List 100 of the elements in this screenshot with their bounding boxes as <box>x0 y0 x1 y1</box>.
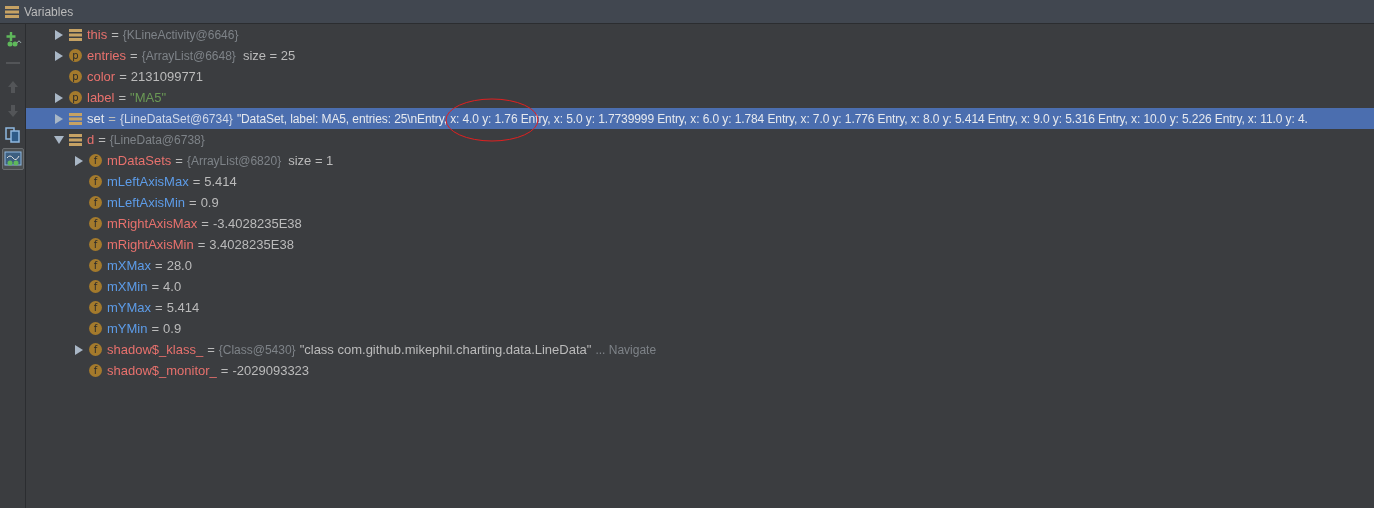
variable-value: 2131099771 <box>130 67 204 86</box>
collapsed-arrow-icon[interactable] <box>54 50 64 61</box>
variable-name: shadow$_klass_ <box>107 340 204 359</box>
variable-name: set <box>87 109 105 128</box>
variable-value: 0.9 <box>163 319 182 338</box>
variable-name: mXMax <box>107 256 152 275</box>
tree-row[interactable]: f mYMax = 5.414 <box>26 297 1374 318</box>
expanded-arrow-icon[interactable] <box>54 134 64 145</box>
object-type: {KLineActivity@6646} <box>122 26 239 44</box>
variable-name: this <box>87 25 108 44</box>
variable-name: mLeftAxisMax <box>107 172 189 191</box>
field-icon: f <box>89 301 102 314</box>
variable-name: entries <box>87 46 127 65</box>
equals-sign: = <box>108 109 116 128</box>
variable-name: mYMin <box>107 319 148 338</box>
watches-icon <box>3 150 22 168</box>
equals-sign: = <box>201 214 209 233</box>
equals-sign: = <box>197 235 206 254</box>
variable-name: mXMin <box>107 277 148 296</box>
variable-value: "MA5" <box>130 88 167 107</box>
local-variable-icon <box>69 28 82 41</box>
field-icon: f <box>89 175 102 188</box>
variable-name: mRightAxisMax <box>107 214 198 233</box>
equals-sign: = <box>151 277 160 296</box>
tree-row[interactable]: p color = 2131099771 <box>26 66 1374 87</box>
object-type: {ArrayList@6648} <box>141 47 236 65</box>
field-icon: f <box>89 280 102 293</box>
tree-row[interactable]: f mLeftAxisMax = 5.414 <box>26 171 1374 192</box>
tree-row[interactable]: f mXMax = 28.0 <box>26 255 1374 276</box>
tree-row[interactable]: f mRightAxisMin = 3.4028235E38 <box>26 234 1374 255</box>
equals-sign: = <box>98 130 106 149</box>
equals-sign: = <box>175 151 183 170</box>
field-icon: f <box>89 322 102 335</box>
object-type: {Class@5430} <box>218 341 296 359</box>
variable-value: "class com.github.mikephil.charting.data.LineData" <box>299 340 592 359</box>
equals-sign: = <box>155 256 163 275</box>
tree-row[interactable]: f mYMin = 0.9 <box>26 318 1374 339</box>
copy-icon <box>3 126 22 144</box>
tree-row[interactable]: this = {KLineActivity@6646} <box>26 24 1374 45</box>
variable-name: d <box>87 130 95 149</box>
variable-name: shadow$_monitor_ <box>107 361 217 380</box>
tree-row[interactable]: p label = "MA5" <box>26 87 1374 108</box>
field-icon: f <box>89 364 102 377</box>
parameter-icon: p <box>69 70 82 83</box>
equals-sign: = <box>151 319 160 338</box>
object-type: {LineData@6738} <box>109 131 205 149</box>
equals-sign: = <box>207 340 215 359</box>
variable-value: -3.4028235E38 <box>212 214 302 233</box>
field-icon: f <box>89 217 102 230</box>
variable-value: 28.0 <box>166 256 192 275</box>
parameter-icon: p <box>69 49 82 62</box>
tree-row[interactable]: p entries = {ArrayList@6648} size = 25 <box>26 45 1374 66</box>
variable-name: mYMax <box>107 298 152 317</box>
variable-name: mDataSets <box>107 151 172 170</box>
equals-sign: = <box>220 361 229 380</box>
size-label: size = 1 <box>288 151 334 170</box>
tree-row[interactable]: d = {LineData@6738} <box>26 129 1374 150</box>
list-icon <box>5 5 19 18</box>
variable-value: 4.0 <box>163 277 182 296</box>
variable-name: mRightAxisMin <box>107 235 194 254</box>
selected-tree-row[interactable] <box>26 108 1374 129</box>
tree-row[interactable]: f mXMin = 4.0 <box>26 276 1374 297</box>
tree-row[interactable]: f shadow$_monitor_ = -2029093323 <box>26 360 1374 381</box>
field-icon: f <box>89 238 102 251</box>
panel-title: Variables <box>24 3 74 21</box>
tree-row[interactable]: f mDataSets = {ArrayList@6820} size = 1 <box>26 150 1374 171</box>
local-variable-icon <box>69 133 82 146</box>
collapsed-arrow-icon[interactable] <box>54 29 64 40</box>
tree-row[interactable]: f mLeftAxisMin = 0.9 <box>26 192 1374 213</box>
field-icon: f <box>89 196 102 209</box>
variable-name: label <box>87 88 115 107</box>
variable-value: 5.414 <box>166 298 200 317</box>
collapsed-arrow-icon[interactable] <box>74 344 84 355</box>
field-icon: f <box>89 259 102 272</box>
tree-row[interactable]: f shadow$_klass_ = {Class@5430} "class com.github.mikephil.charting.data.LineData" ... Navigate <box>26 339 1374 360</box>
equals-sign: = <box>119 67 127 86</box>
variable-value: 0.9 <box>200 193 219 212</box>
variable-name: color <box>87 67 116 86</box>
size-label: size = 25 <box>242 46 296 65</box>
field-icon: f <box>89 154 102 167</box>
equals-sign: = <box>189 193 197 212</box>
local-variable-icon <box>69 112 82 125</box>
equals-sign: = <box>130 46 138 65</box>
field-icon: f <box>89 343 102 356</box>
variable-value: 5.414 <box>204 172 237 191</box>
variable-value: 3.4028235E38 <box>209 235 294 254</box>
equals-sign: = <box>118 88 127 107</box>
object-type: {LineDataSet@6734} <box>119 110 233 128</box>
collapsed-arrow-icon[interactable] <box>54 113 64 124</box>
navigate-link[interactable]: ... Navigate <box>595 340 657 359</box>
object-type: {ArrayList@6820} <box>186 152 282 170</box>
watches-button[interactable] <box>1 148 24 170</box>
collapsed-arrow-icon[interactable] <box>54 92 64 103</box>
parameter-icon: p <box>69 91 82 104</box>
variable-value: -2029093323 <box>232 361 310 380</box>
equals-sign: = <box>192 172 201 191</box>
collapsed-arrow-icon[interactable] <box>74 155 84 166</box>
equals-sign: = <box>111 25 119 44</box>
tree-row[interactable]: f mRightAxisMax = -3.4028235E38 <box>26 213 1374 234</box>
equals-sign: = <box>155 298 163 317</box>
